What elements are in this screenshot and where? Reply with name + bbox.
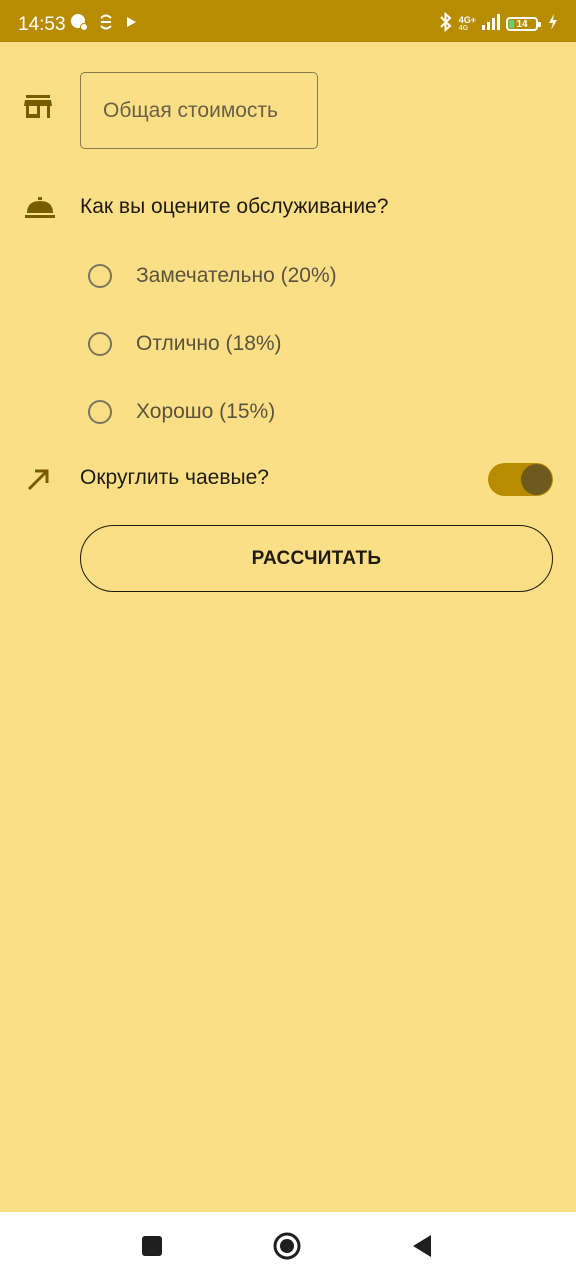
trending-up-arrow-icon (24, 465, 56, 497)
radio-option-excellent[interactable]: Отлично (18%) (88, 329, 282, 359)
status-time: 14:53 (18, 14, 66, 35)
round-up-toggle[interactable] (488, 463, 553, 496)
status-icons-right: 4G+ 4G 14 (439, 11, 558, 37)
toggle-thumb[interactable] (521, 464, 552, 495)
sync-icon (98, 13, 114, 36)
navigation-bar (0, 1212, 576, 1280)
radio-button[interactable] (88, 400, 112, 424)
radio-option-good[interactable]: Хорошо (15%) (88, 397, 275, 427)
app-notification-icon (70, 13, 88, 36)
battery-icon: 14 (506, 17, 541, 31)
play-store-icon (124, 15, 138, 34)
back-triangle-icon[interactable] (408, 1232, 436, 1260)
battery-fill (509, 20, 514, 28)
radio-button[interactable] (88, 264, 112, 288)
calculate-button[interactable]: РАССЧИТАТЬ (80, 525, 553, 592)
radio-label: Замечательно (20%) (136, 264, 337, 287)
radio-option-amazing[interactable]: Замечательно (20%) (88, 261, 337, 291)
total-cost-input[interactable]: Общая стоимость (80, 72, 318, 149)
status-bar: 14:53 4G+ 4G 14 (0, 0, 576, 42)
charging-icon (548, 13, 558, 35)
service-question: Как вы оцените обслуживание? (80, 195, 389, 218)
network-bottom-label: 4G (458, 24, 469, 32)
bluetooth-icon (439, 11, 453, 37)
battery-level: 14 (516, 18, 528, 30)
network-top-label: 4G+ (458, 14, 476, 25)
radio-button[interactable] (88, 332, 112, 356)
signal-icon (482, 13, 500, 35)
room-service-bell-icon (24, 196, 56, 228)
home-circle-icon[interactable] (273, 1232, 301, 1260)
network-type: 4G+ 4G (458, 14, 476, 33)
radio-label: Отлично (18%) (136, 332, 282, 355)
radio-label: Хорошо (15%) (136, 400, 276, 423)
recents-square-icon[interactable] (138, 1232, 166, 1260)
store-icon (24, 94, 56, 126)
status-icons-left (70, 13, 138, 35)
round-up-label: Округлить чаевые? (80, 466, 269, 489)
